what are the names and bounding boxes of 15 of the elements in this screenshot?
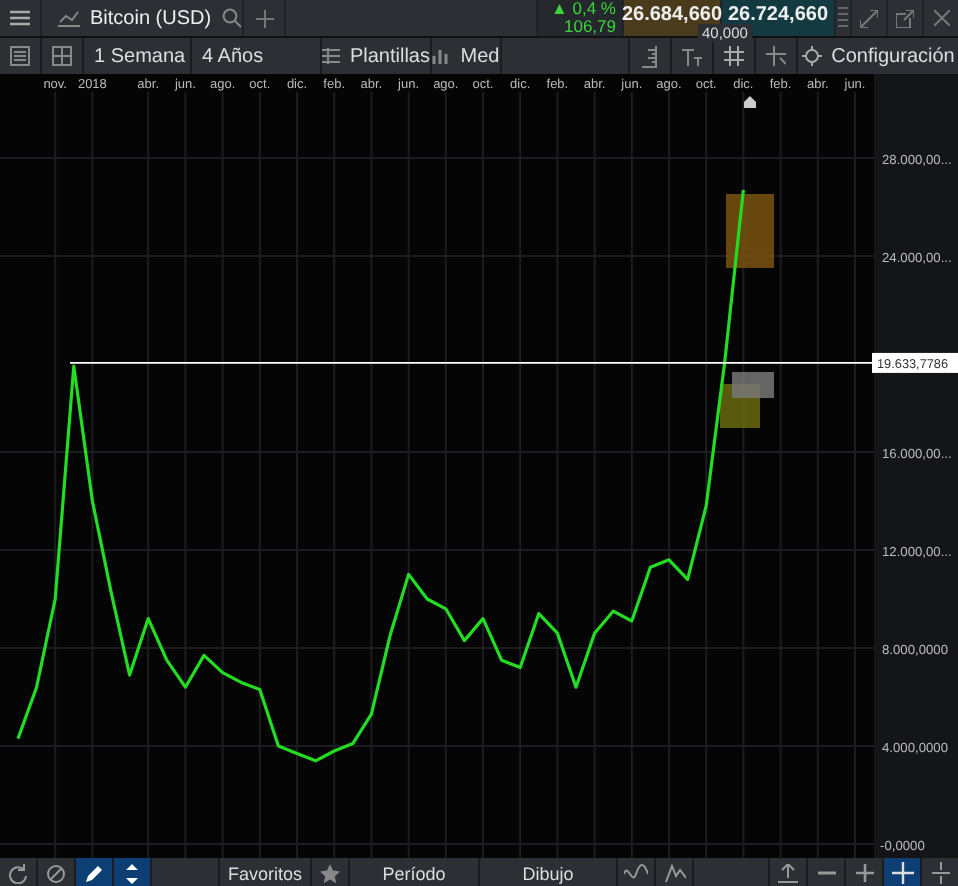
interval-dropdown[interactable]: 1 Semana [84,38,190,74]
instrument-selector[interactable]: Bitcoin (USD) [42,0,242,36]
settings-label: Configuración [831,45,955,67]
studies-label: Med [460,45,500,67]
change-percent: ▲ 0,4 % [550,0,616,18]
period-tab[interactable]: Período [350,858,478,886]
change-value: 106,79 [564,18,616,36]
templates-label: Plantillas [349,45,430,67]
templates-button[interactable]: Plantillas [322,38,430,74]
favorites-tab[interactable]: Favoritos [220,858,310,886]
instrument-name: Bitcoin (USD) [90,7,212,29]
settings-button[interactable]: Configuración [798,38,958,74]
range-dropdown[interactable]: 4 Años [192,38,320,74]
studies-button[interactable]: Med [432,38,500,74]
drawing-tab[interactable]: Dibujo [480,858,616,886]
